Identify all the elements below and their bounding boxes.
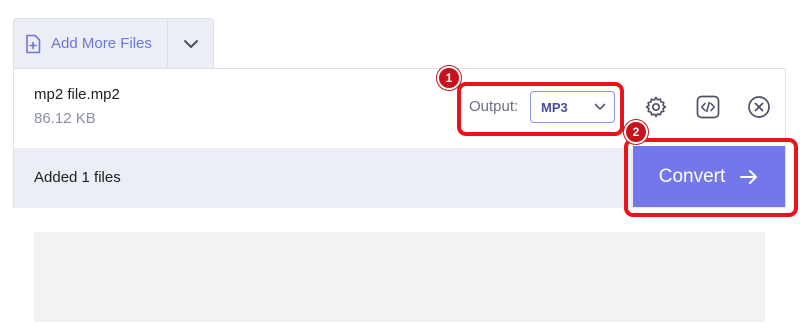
embed-code-button[interactable] (695, 94, 721, 120)
remove-file-button[interactable] (746, 94, 772, 120)
chevron-down-icon (183, 39, 199, 49)
convert-label: Convert (658, 165, 726, 187)
settings-button[interactable] (643, 94, 669, 120)
output-label: Output: (469, 98, 519, 115)
add-more-files-group: Add More Files (13, 18, 214, 68)
file-size: 86.12 KB (34, 110, 96, 127)
add-more-files-button[interactable]: Add More Files (14, 19, 168, 68)
code-icon (696, 95, 720, 119)
step-badge-2: 2 (624, 120, 648, 144)
add-more-dropdown-button[interactable] (168, 19, 213, 68)
output-format-value: MP3 (541, 99, 568, 115)
chevron-down-icon (594, 103, 606, 111)
file-plus-icon (24, 34, 42, 54)
added-files-status: Added 1 files (34, 169, 121, 186)
placeholder-panel (34, 232, 765, 322)
close-circle-icon (747, 95, 771, 119)
step-badge-1: 1 (437, 66, 461, 90)
file-name: mp2 file.mp2 (34, 86, 120, 103)
convert-button[interactable]: Convert (633, 146, 785, 207)
output-format-select[interactable]: MP3 (530, 91, 615, 123)
arrow-right-icon (739, 168, 759, 186)
add-more-files-label: Add More Files (51, 35, 152, 52)
gear-icon (644, 95, 668, 119)
